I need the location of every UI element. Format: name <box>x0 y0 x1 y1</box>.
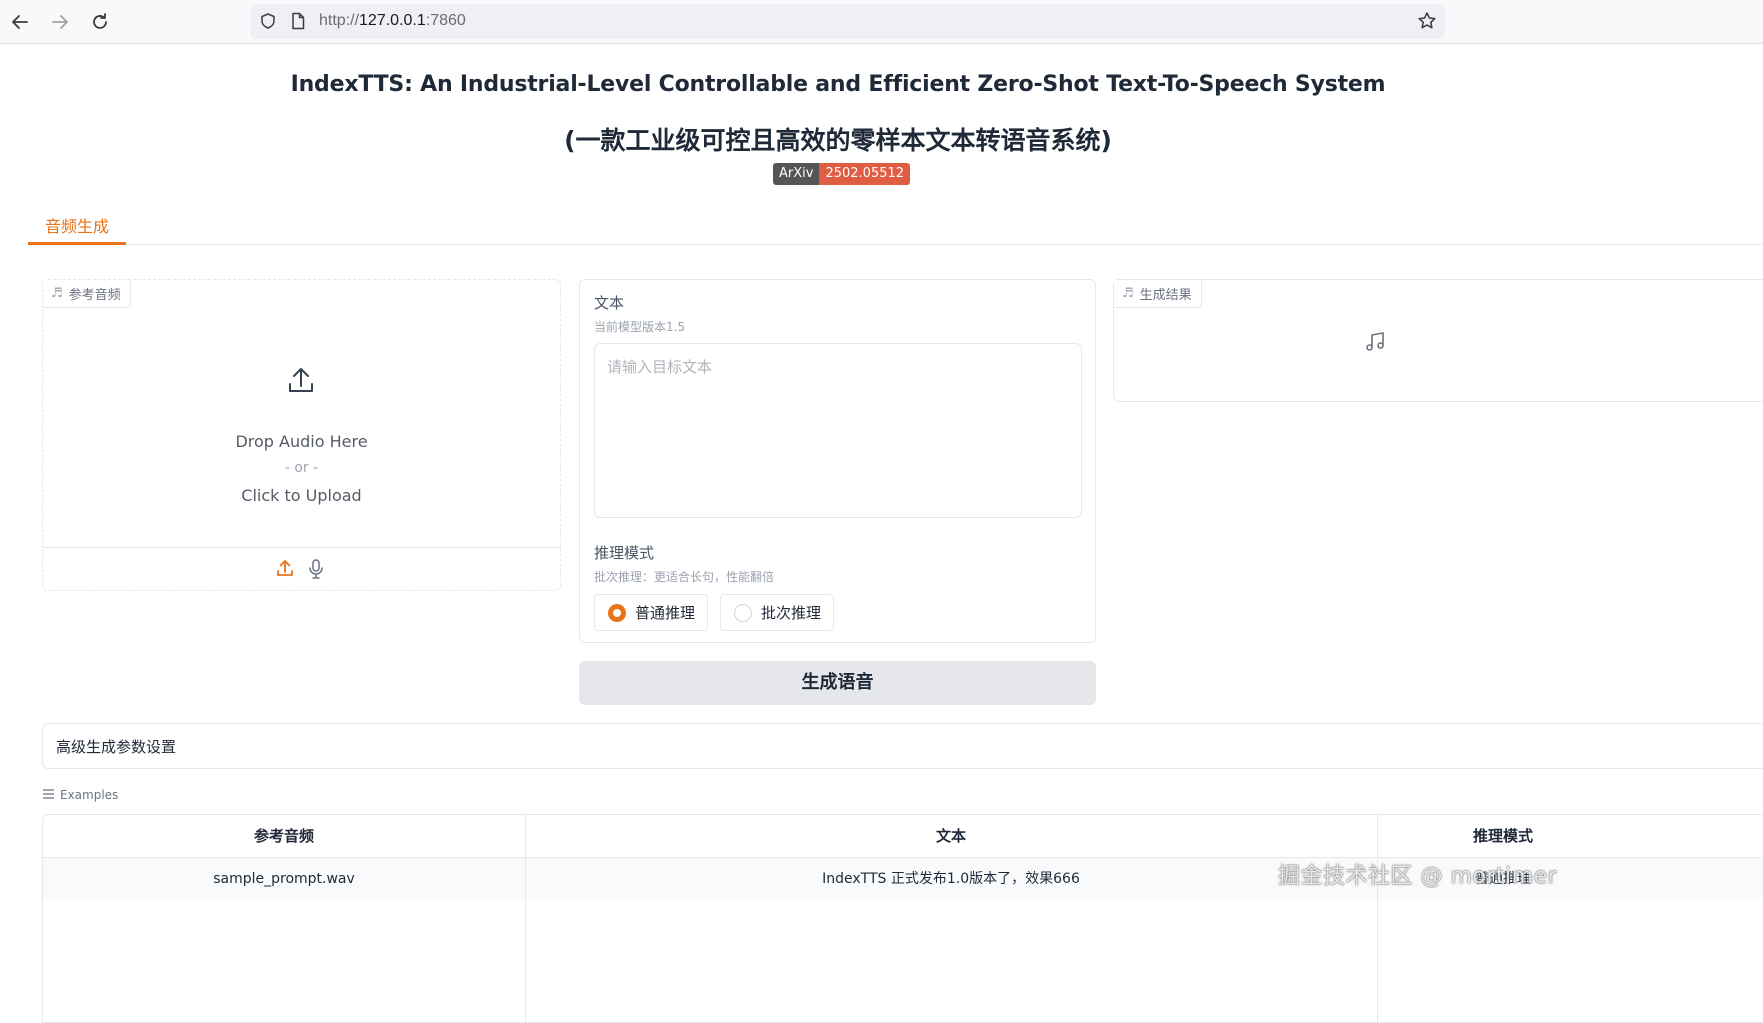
model-version-info: 当前模型版本1.5 <box>594 320 686 334</box>
column-divider <box>1377 815 1378 1022</box>
radio-batch-inference[interactable]: 批次推理 <box>720 594 835 631</box>
or-text: - or - <box>284 460 319 476</box>
music-note-icon <box>1364 331 1386 357</box>
header-cell: 文本 <box>935 827 966 845</box>
header-cell: 推理模式 <box>1472 827 1533 845</box>
reference-audio-label-text: 参考音频 <box>68 288 121 303</box>
reference-audio-label: ♬ 参考音频 <box>43 280 131 308</box>
output-audio-label-text: 生成结果 <box>1139 288 1192 303</box>
table-header: 参考音频 文本 推理模式 <box>43 815 1763 858</box>
url-text[interactable]: http://127.0.0.1:7860 <box>319 12 466 30</box>
upload-source-button[interactable] <box>275 558 297 580</box>
table-cell: IndexTTS 正式发布1.0版本了，效果666 <box>822 871 1080 887</box>
text-label: 文本 <box>594 294 625 312</box>
target-text-textarea[interactable]: 请输入目标文本 <box>594 343 1082 518</box>
microphone-source-button[interactable] <box>306 558 328 580</box>
audio-source-bar <box>43 547 560 590</box>
url-port: :7860 <box>425 12 466 29</box>
upload-icon <box>277 560 293 576</box>
microphone-icon <box>309 559 323 579</box>
generate-speech-button[interactable]: 生成语音 <box>579 661 1096 705</box>
radio-label: 批次推理 <box>761 604 822 622</box>
page-icon <box>290 12 306 34</box>
radio-normal-inference[interactable]: 普通推理 <box>594 594 709 631</box>
tab-bar: 音频生成 <box>28 210 1763 245</box>
upload-icon <box>285 364 317 400</box>
output-audio-panel: ♬ 生成结果 <box>1113 279 1763 402</box>
music-note-icon: ♬ <box>51 286 63 301</box>
badge-right: 2502.05512 <box>819 163 911 185</box>
page-subtitle: (一款工业级可控且高效的零样本文本转语音系统) <box>564 126 1112 155</box>
arrow-left-icon <box>12 15 28 29</box>
advanced-settings-accordion[interactable]: 高级生成参数设置 <box>42 723 1763 769</box>
watermark: 掘金技术社区 @ mortimer <box>1278 864 1558 889</box>
list-icon <box>43 788 54 802</box>
inference-mode-label: 推理模式 <box>594 544 655 562</box>
shield-icon[interactable] <box>259 12 277 34</box>
badge-left: ArXiv <box>773 163 820 185</box>
bookmark-star-icon[interactable] <box>1417 11 1437 35</box>
arrow-right-icon <box>52 15 68 29</box>
radio-label: 普通推理 <box>635 604 696 622</box>
reload-button[interactable] <box>86 8 114 36</box>
text-input-panel: 文本 当前模型版本1.5 请输入目标文本 推理模式 批次推理：更适合长句，性能翻… <box>579 279 1096 643</box>
column-divider <box>525 815 526 1022</box>
reload-icon <box>93 13 107 29</box>
examples-table: 参考音频 文本 推理模式 sample_prompt.wav IndexTTS … <box>42 814 1763 1023</box>
back-button[interactable] <box>6 8 34 36</box>
audio-drop-zone[interactable]: Drop Audio Here - or - Click to Upload <box>43 308 560 547</box>
examples-label-text: Examples <box>60 788 119 802</box>
output-audio-label: ♬ 生成结果 <box>1114 280 1202 308</box>
url-scheme: http:// <box>319 12 360 29</box>
reference-audio-panel: ♬ 参考音频 Drop Audio Here - or - Click to U… <box>42 279 561 591</box>
page-title: IndexTTS: An Industrial-Level Controllab… <box>290 72 1386 97</box>
tab-audio-generation[interactable]: 音频生成 <box>28 210 126 245</box>
drop-audio-text: Drop Audio Here <box>235 432 368 451</box>
address-bar[interactable]: http://127.0.0.1:7860 <box>250 4 1445 39</box>
table-cell: sample_prompt.wav <box>213 871 355 887</box>
url-host: 127.0.0.1 <box>359 12 426 29</box>
examples-label: Examples <box>43 788 118 802</box>
browser-toolbar: http://127.0.0.1:7860 <box>0 0 1763 44</box>
music-note-icon: ♬ <box>1122 286 1134 301</box>
forward-button[interactable] <box>46 8 74 36</box>
inference-mode-info: 批次推理：更适合长句，性能翻倍 <box>594 570 775 584</box>
radio-dot-selected <box>608 603 626 622</box>
header-cell: 参考音频 <box>253 827 314 845</box>
radio-dot <box>734 603 752 622</box>
click-to-upload-text: Click to Upload <box>241 486 362 505</box>
arxiv-badge[interactable]: ArXiv 2502.05512 <box>773 163 911 185</box>
